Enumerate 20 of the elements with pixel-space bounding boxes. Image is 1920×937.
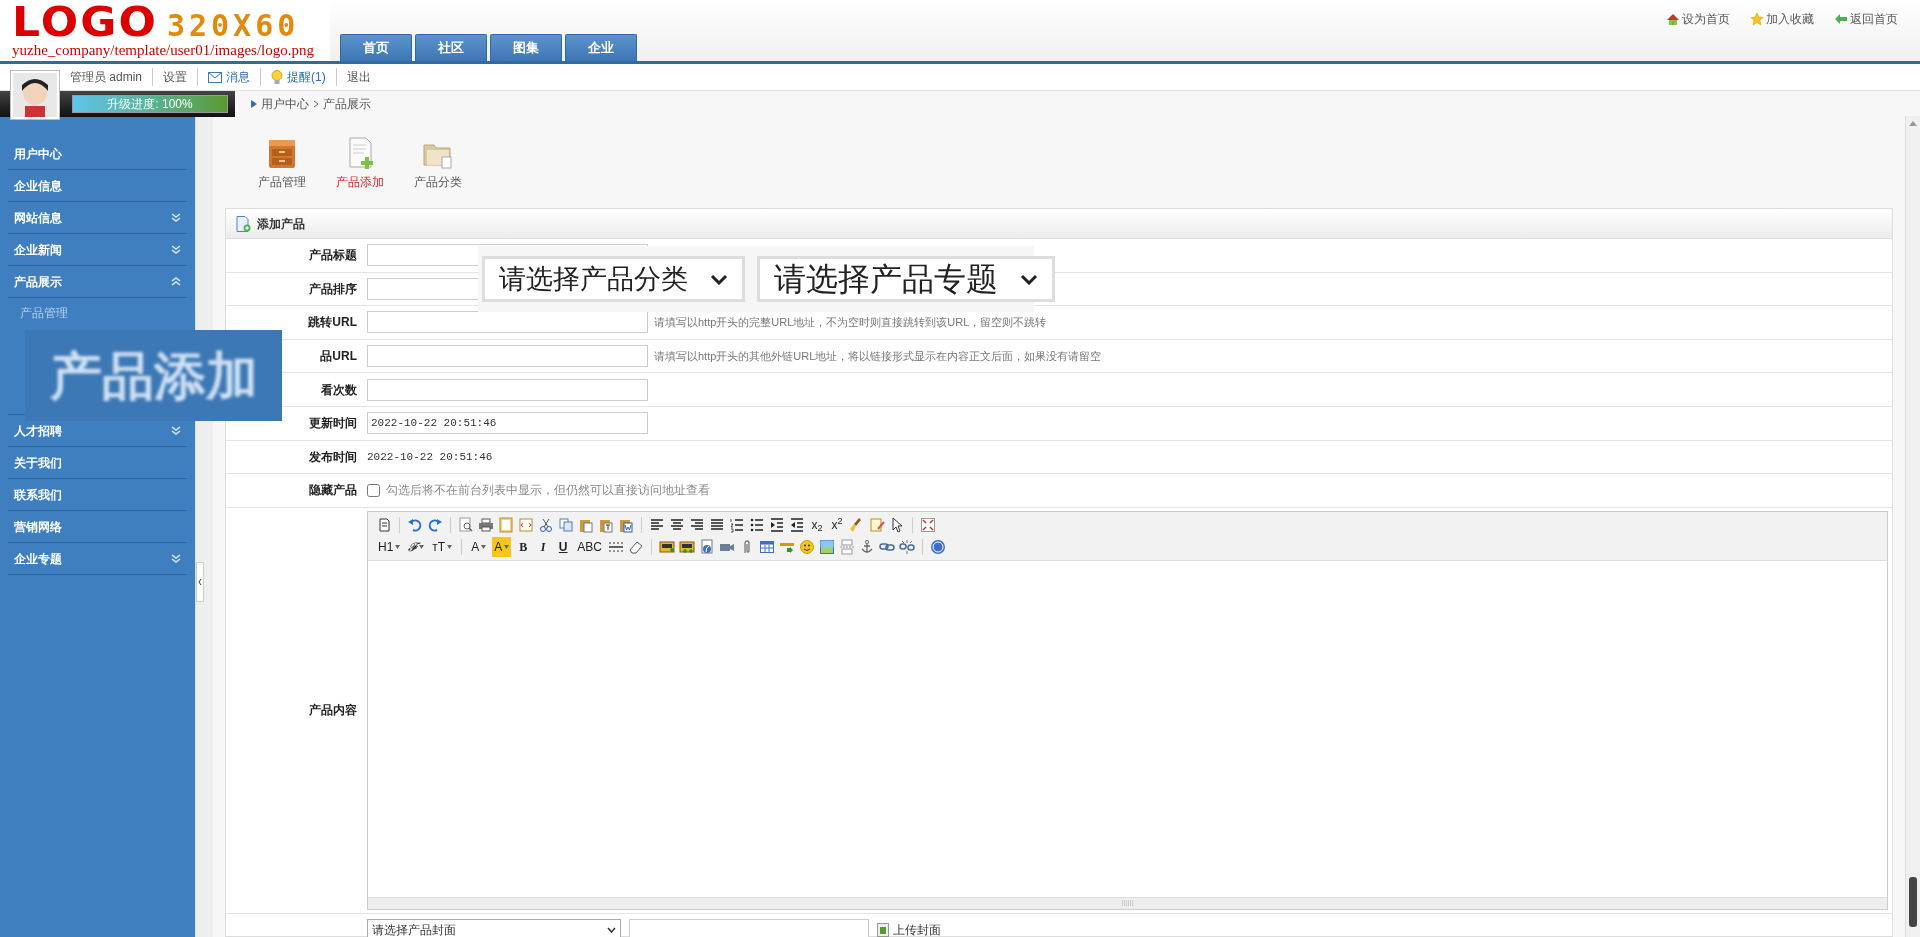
upgrade-progress-bar: 升级进度: 100%: [72, 94, 228, 113]
field-label: 品URL: [320, 348, 357, 366]
field-label: 发布时间: [309, 448, 357, 466]
logo-size-text: 320X60: [166, 11, 300, 41]
field-hint: 勾选后将不在前台列表中显示，但仍然可以直接访问地址查看: [386, 482, 710, 500]
field-value: 2022-10-22 20:51:46: [367, 449, 493, 465]
field-label: 更新时间: [309, 415, 357, 433]
panel-title: 添加产品: [257, 215, 305, 233]
logo-text: LOGO: [12, 3, 159, 41]
field-label: 跳转URL: [308, 314, 357, 332]
field-label: 产品排序: [309, 280, 357, 298]
field-label: 产品标题: [309, 247, 357, 265]
field-hint: 请填写以http开头的完整URL地址，不为空时则直接跳转到该URL，留空则不跳转: [654, 315, 1047, 331]
user-name: 管理员 admin: [70, 68, 154, 86]
logo-path: yuzhe_company/template/user01/images/logo.png: [12, 41, 315, 59]
zoomed-tooltip: 产品添加: [25, 330, 282, 421]
field-hint: 请填写以http开头的其他外链URL地址，将以链接形式显示在内容正文后面，如果没有请留空: [654, 348, 1102, 364]
field-label: 隐藏产品: [309, 482, 357, 500]
field-label: 产品内容: [309, 702, 357, 720]
field-label: 看次数: [321, 381, 357, 399]
